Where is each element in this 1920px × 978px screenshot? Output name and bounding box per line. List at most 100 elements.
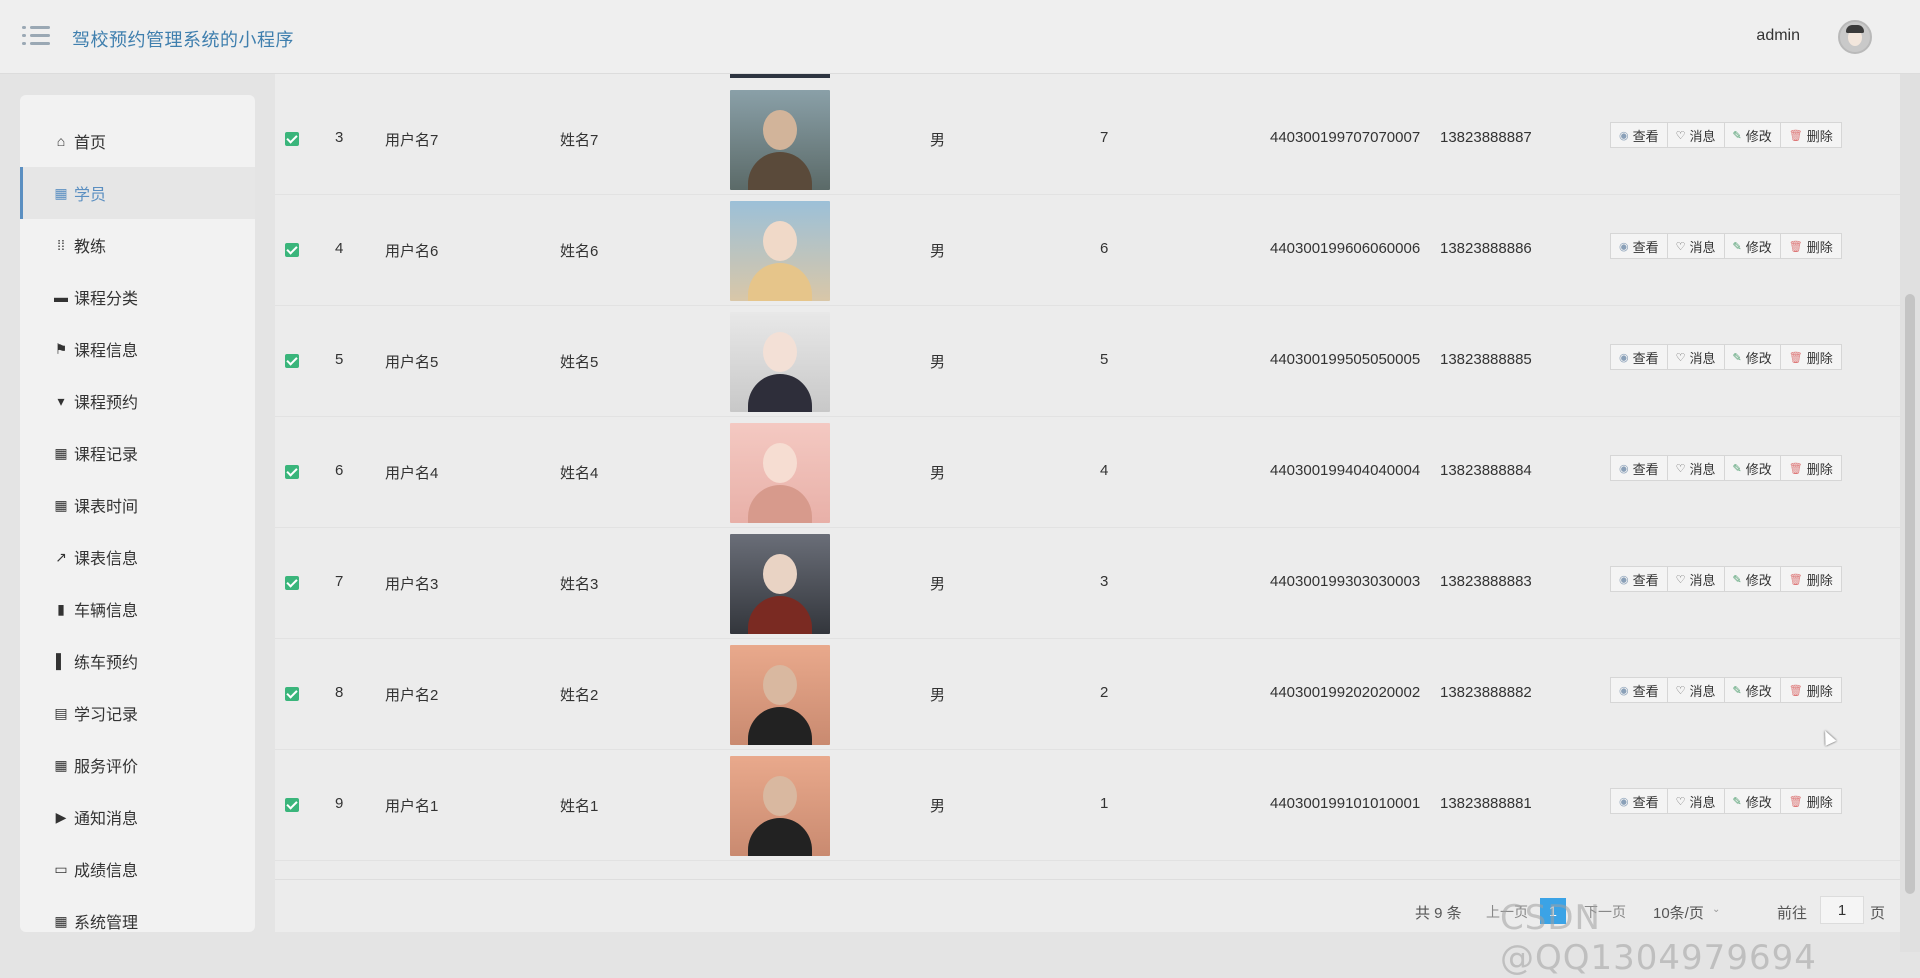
eye-icon: ◉ (1619, 462, 1629, 475)
student-photo[interactable] (730, 201, 830, 301)
row-checkbox[interactable] (285, 465, 299, 479)
row-checkbox[interactable] (285, 132, 299, 146)
row-checkbox[interactable] (285, 243, 299, 257)
eye-icon: ◉ (1619, 351, 1629, 364)
username-cell: 用户名1 (385, 798, 439, 815)
pagination: 共 9 条 上一页 1 下一页 10条/页 ⌄ 前往 页 (275, 879, 1900, 924)
edit-button[interactable]: ✎ 修改 (1723, 455, 1781, 481)
sidebar-item[interactable]: ▾ 课程预约 (20, 375, 255, 427)
delete-button[interactable]: 🗑 删除 (1779, 788, 1842, 814)
edit-label: 修改 (1745, 683, 1772, 699)
edit-button[interactable]: ✎ 修改 (1723, 233, 1781, 259)
edit-button[interactable]: ✎ 修改 (1723, 677, 1781, 703)
message-button[interactable]: ♡ 消息 (1666, 677, 1725, 703)
view-button[interactable]: ◉ 查看 (1610, 455, 1668, 481)
delete-label: 删除 (1806, 350, 1833, 366)
user-name[interactable]: admin (1756, 27, 1800, 45)
delete-button[interactable]: 🗑 删除 (1779, 233, 1842, 259)
sidebar-item[interactable]: ▶ 通知消息 (20, 791, 255, 843)
message-button[interactable]: ♡ 消息 (1666, 455, 1725, 481)
age-cell: 3 (1100, 573, 1109, 590)
sidebar-item[interactable]: ▦ 课表时间 (20, 479, 255, 531)
phone-cell: 13823888882 (1440, 684, 1532, 701)
message-button[interactable]: ♡ 消息 (1666, 566, 1725, 592)
chart-icon: ▌ (56, 653, 66, 669)
edit-label: 修改 (1745, 350, 1772, 366)
eye-icon: ◉ (1619, 240, 1629, 253)
view-button[interactable]: ◉ 查看 (1610, 677, 1668, 703)
pagination-total: 共 9 条 (1415, 905, 1462, 922)
row-index: 4 (335, 240, 344, 257)
delete-label: 删除 (1806, 683, 1833, 699)
view-label: 查看 (1632, 350, 1659, 366)
view-button[interactable]: ◉ 查看 (1610, 122, 1668, 148)
row-index: 7 (335, 573, 344, 590)
heart-icon: ♡ (1675, 573, 1686, 586)
message-button[interactable]: ♡ 消息 (1666, 788, 1725, 814)
sidebar-item[interactable]: ⚑ 课程信息 (20, 323, 255, 375)
page-size-select[interactable]: 10条/页 (1653, 902, 1704, 923)
grid-icon: ▦ (54, 184, 68, 201)
edit-button[interactable]: ✎ 修改 (1723, 566, 1781, 592)
view-button[interactable]: ◉ 查看 (1610, 344, 1668, 370)
trash-icon: 🗑 (1788, 129, 1803, 142)
username-cell: 用户名5 (385, 354, 439, 371)
avatar[interactable] (1838, 20, 1872, 54)
student-photo[interactable] (730, 534, 830, 634)
pagination-page-1[interactable]: 1 (1540, 898, 1566, 924)
pagination-prev[interactable]: 上一页 (1486, 902, 1528, 922)
delete-button[interactable]: 🗑 删除 (1779, 566, 1842, 592)
phone-cell: 13823888883 (1440, 573, 1532, 590)
idcard-cell: 440300199606060006 (1270, 240, 1421, 257)
student-photo[interactable] (730, 756, 830, 856)
sidebar-item[interactable]: ⌂ 首页 (20, 115, 255, 167)
student-photo[interactable] (730, 645, 830, 745)
edit-button[interactable]: ✎ 修改 (1723, 122, 1781, 148)
edit-button[interactable]: ✎ 修改 (1723, 344, 1781, 370)
name-cell: 姓名6 (560, 243, 599, 260)
row-checkbox[interactable] (285, 687, 299, 701)
message-label: 消息 (1689, 128, 1716, 144)
age-cell: 7 (1100, 129, 1109, 146)
row-checkbox[interactable] (285, 354, 299, 368)
student-photo[interactable] (730, 90, 830, 190)
sidebar-item[interactable]: ▦ 课程记录 (20, 427, 255, 479)
heart-icon: ♡ (1675, 684, 1686, 697)
sidebar-item[interactable]: ▬ 课程分类 (20, 271, 255, 323)
goto-page-input[interactable] (1820, 896, 1864, 924)
message-button[interactable]: ♡ 消息 (1666, 344, 1725, 370)
edit-button[interactable]: ✎ 修改 (1723, 788, 1781, 814)
view-button[interactable]: ◉ 查看 (1610, 233, 1668, 259)
sidebar-item[interactable]: ▦ 系统管理 (20, 895, 255, 933)
name-cell: 姓名4 (560, 465, 599, 482)
row-checkbox[interactable] (285, 798, 299, 812)
sidebar-item[interactable]: ▦ 学员 (20, 167, 255, 219)
sidebar-item[interactable]: ▭ 成绩信息 (20, 843, 255, 895)
sidebar-item[interactable]: ⁞⁞ 教练 (20, 219, 255, 271)
chevron-down-icon[interactable]: ⌄ (1712, 904, 1720, 915)
sidebar-item[interactable]: ▤ 学习记录 (20, 687, 255, 739)
pagination-next[interactable]: 下一页 (1584, 902, 1626, 922)
trash-icon: 🗑 (1788, 795, 1803, 808)
delete-button[interactable]: 🗑 删除 (1779, 122, 1842, 148)
heart-icon: ♡ (1675, 462, 1686, 475)
message-button[interactable]: ♡ 消息 (1666, 233, 1725, 259)
edit-icon: ✎ (1732, 240, 1742, 253)
student-photo[interactable] (730, 423, 830, 523)
delete-button[interactable]: 🗑 删除 (1779, 344, 1842, 370)
sidebar-item[interactable]: ▮ 车辆信息 (20, 583, 255, 635)
row-checkbox[interactable] (285, 576, 299, 590)
sidebar-item[interactable]: ▌ 练车预约 (20, 635, 255, 687)
trash-icon: 🗑 (1788, 573, 1803, 586)
message-button[interactable]: ♡ 消息 (1666, 122, 1725, 148)
vertical-scrollbar[interactable] (1900, 74, 1920, 952)
row-actions: ◉ 查看 ♡ 消息 ✎ 修改 🗑 删除 (1610, 233, 1842, 259)
sidebar-item[interactable]: ↗ 课表信息 (20, 531, 255, 583)
view-button[interactable]: ◉ 查看 (1610, 788, 1668, 814)
sidebar-item[interactable]: ▦ 服务评价 (20, 739, 255, 791)
delete-button[interactable]: 🗑 删除 (1779, 677, 1842, 703)
delete-button[interactable]: 🗑 删除 (1779, 455, 1842, 481)
menu-toggle-icon[interactable] (22, 24, 50, 48)
student-photo[interactable] (730, 312, 830, 412)
view-button[interactable]: ◉ 查看 (1610, 566, 1668, 592)
